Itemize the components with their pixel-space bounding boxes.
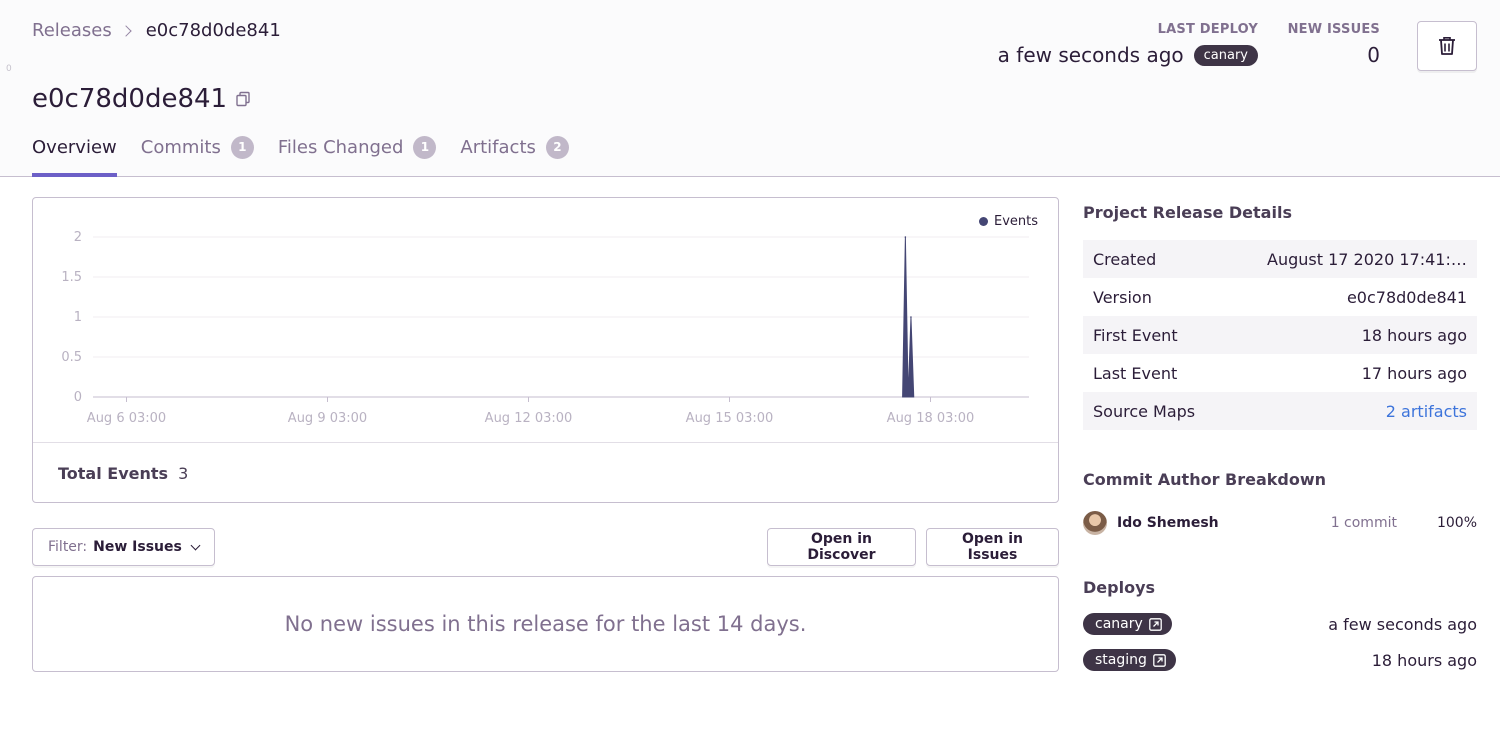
trash-icon [1439, 37, 1455, 55]
commit-author-heading: Commit Author Breakdown [1083, 470, 1327, 489]
breadcrumb: Releases e0c78d0de841 [32, 20, 281, 41]
last-deploy-label: LAST DEPLOY [1157, 22, 1258, 37]
tab-overview[interactable]: Overview [32, 131, 117, 177]
details-row: Version e0c78d0de841 [1083, 278, 1477, 316]
last-deploy-env-badge: canary [1193, 44, 1258, 66]
release-header: 0 Releases e0c78d0de841 e0c78d0de841 LAS… [0, 0, 1500, 177]
filter-value: New Issues [93, 539, 182, 555]
last-deploy-stat: LAST DEPLOY a few seconds ago canary [998, 22, 1258, 67]
empty-message: No new issues in this release for the la… [284, 612, 807, 636]
author-percent: 100% [1436, 515, 1477, 531]
x-tick-label: Aug 15 03:00 [686, 411, 774, 426]
title-row: e0c78d0de841 [32, 84, 251, 114]
author-row: Ido Shemesh 1 commit 100% [1083, 511, 1477, 535]
tab-label: Artifacts [460, 136, 536, 158]
release-details-section: Project Release Details Created August 1… [1083, 203, 1477, 430]
tab-label: Files Changed [277, 136, 404, 158]
details-key: Created [1093, 249, 1157, 269]
y-tick-label: 2 [74, 230, 82, 245]
copy-icon[interactable] [235, 91, 251, 107]
x-tick-label: Aug 6 03:00 [87, 411, 166, 426]
tab-label: Commits [140, 136, 221, 158]
deploy-env-link[interactable]: staging [1083, 649, 1176, 671]
details-row: Last Event 17 hours ago [1083, 354, 1477, 392]
page-title: e0c78d0de841 [32, 84, 228, 114]
tab-artifacts[interactable]: Artifacts 2 [460, 131, 569, 177]
data-point [910, 316, 912, 318]
source-maps-link[interactable]: 2 artifacts [1386, 402, 1467, 421]
details-row: First Event 18 hours ago [1083, 316, 1477, 354]
release-tabs: Overview Commits 1 Files Changed 1 Artif… [32, 131, 593, 177]
y-tick-label: 0.5 [61, 350, 82, 365]
details-key: Last Event [1093, 363, 1178, 383]
details-value: 17 hours ago [1361, 363, 1467, 383]
new-issues-stat: NEW ISSUES 0 [1288, 22, 1380, 67]
y-tick-label: 1.5 [61, 270, 82, 285]
external-link-icon [1153, 653, 1166, 667]
new-issues-value: 0 [1367, 43, 1380, 67]
deploy-env-link[interactable]: canary [1083, 613, 1172, 635]
release-details-table: Created August 17 2020 17:41:58 Version … [1083, 240, 1477, 430]
deploy-item: staging 18 hours ago [1083, 649, 1477, 671]
author-name: Ido Shemesh [1117, 515, 1219, 531]
avatar [1083, 511, 1107, 535]
events-chart: 0 0.5 1 1.5 2 Aug 6 03:00 Aug 9 03:00 Aug 12 03… [61, 230, 1029, 426]
tab-files-changed[interactable]: Files Changed 1 [278, 131, 437, 177]
total-events-label: Total Events [58, 463, 169, 483]
issues-empty-state: No new issues in this release for the la… [32, 576, 1059, 672]
legend-dot [978, 217, 988, 226]
deploy-env-label: staging [1095, 652, 1147, 668]
tab-label: Overview [32, 136, 117, 158]
issues-filter-dropdown[interactable]: Filter: New Issues [32, 528, 215, 566]
deploy-time: a few seconds ago [1328, 614, 1477, 634]
tab-commits[interactable]: Commits 1 [141, 131, 254, 177]
corner-counter: 0 [6, 64, 12, 74]
chart-footer: Total Events 3 [33, 442, 1058, 503]
x-tick-label: Aug 9 03:00 [288, 411, 367, 426]
chart-legend: Events [978, 214, 1038, 229]
x-tick-label: Aug 12 03:00 [485, 411, 573, 426]
breadcrumb-current: e0c78d0de841 [145, 20, 281, 41]
deploy-env-label: canary [1095, 616, 1143, 632]
delete-release-button[interactable] [1417, 21, 1477, 71]
events-chart-card: 0 0.5 1 1.5 2 Aug 6 03:00 Aug 9 03:00 Aug 12 03… [32, 197, 1059, 503]
last-deploy-row: a few seconds ago canary [998, 43, 1258, 67]
details-value: 18 hours ago [1361, 325, 1467, 345]
deploys-heading: Deploys [1083, 578, 1156, 597]
external-link-icon [1148, 617, 1162, 631]
tab-count-badge: 1 [230, 135, 254, 159]
open-in-discover-button[interactable]: Open in Discover [767, 528, 916, 566]
breadcrumb-releases-link[interactable]: Releases [32, 20, 112, 41]
release-details-heading: Project Release Details [1083, 203, 1292, 222]
deploy-time: 18 hours ago [1371, 650, 1477, 670]
open-in-issues-button[interactable]: Open in Issues [926, 528, 1059, 566]
new-issues-label: NEW ISSUES [1287, 22, 1380, 37]
deploys-section: Deploys canary a few seconds ago staging… [1083, 578, 1477, 671]
author-commit-count: 1 commit [1330, 515, 1397, 531]
deploy-item: canary a few seconds ago [1083, 613, 1477, 635]
filter-label: Filter: [48, 539, 88, 555]
chevron-right-icon [120, 24, 132, 37]
tab-count-badge: 1 [413, 135, 437, 159]
y-tick-label: 0 [74, 390, 82, 405]
details-row: Source Maps 2 artifacts [1083, 392, 1477, 430]
tab-count-badge: 2 [545, 135, 569, 159]
commit-author-section: Commit Author Breakdown Ido Shemesh 1 co… [1083, 470, 1477, 535]
chevron-down-icon [190, 540, 201, 550]
last-deploy-time: a few seconds ago [997, 43, 1184, 67]
details-value: e0c78d0de841 [1346, 287, 1467, 307]
details-key: First Event [1093, 325, 1178, 345]
details-key: Source Maps [1093, 401, 1196, 421]
y-tick-label: 1 [74, 310, 82, 325]
data-point [904, 236, 907, 238]
total-events-value: 3 [178, 463, 189, 483]
details-value: August 17 2020 17:41:58 [1267, 249, 1467, 269]
legend-label: Events [993, 214, 1038, 229]
x-tick-label: Aug 18 03:00 [887, 411, 975, 426]
details-key: Version [1093, 287, 1152, 307]
details-row: Created August 17 2020 17:41:58 [1083, 240, 1477, 278]
